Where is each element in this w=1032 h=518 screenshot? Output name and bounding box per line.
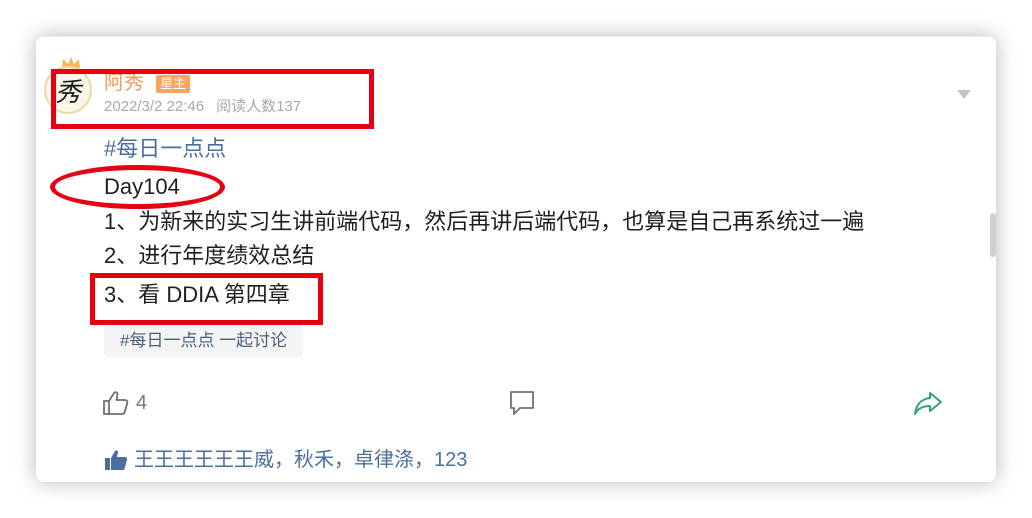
thumbs-up-filled-icon <box>105 450 128 470</box>
annotation-box-line3 <box>90 273 323 325</box>
liker-name[interactable]: 123 <box>434 447 467 473</box>
liker-name[interactable]: 王王王王王王威 <box>134 447 274 473</box>
scrollbar-thumb[interactable] <box>990 213 996 257</box>
post-line: 2、进行年度绩效总结 <box>104 243 315 268</box>
liker-separator: ， <box>334 449 354 471</box>
likers-list: 王王王王王王威，秋禾，卓律涤， 123 <box>104 447 467 473</box>
liker-name[interactable]: 卓律涤 <box>354 447 414 473</box>
annotation-box-author <box>51 69 374 129</box>
like-button[interactable]: 4 <box>102 388 147 418</box>
like-count: 4 <box>136 391 148 414</box>
thumbs-up-icon <box>103 391 129 415</box>
liker-name[interactable]: 秋禾 <box>294 447 334 473</box>
annotation-oval-day <box>50 165 225 209</box>
topic-chip[interactable]: #每日一点点 一起讨论 <box>104 325 304 357</box>
post-line: 1、为新来的实习生讲前端代码，然后再讲后端代码，也算是自己再系统过一遍 <box>104 209 865 234</box>
share-button[interactable] <box>912 388 944 418</box>
comment-icon <box>510 391 534 415</box>
share-icon <box>914 392 942 415</box>
liker-separator: ， <box>274 449 294 471</box>
liker-separator: ， <box>414 449 434 471</box>
comment-button[interactable] <box>508 388 536 418</box>
more-menu-chevron-down-icon[interactable] <box>957 90 971 99</box>
card-top-divider <box>36 36 996 41</box>
post-hashtag[interactable]: #每日一点点 <box>104 136 226 162</box>
